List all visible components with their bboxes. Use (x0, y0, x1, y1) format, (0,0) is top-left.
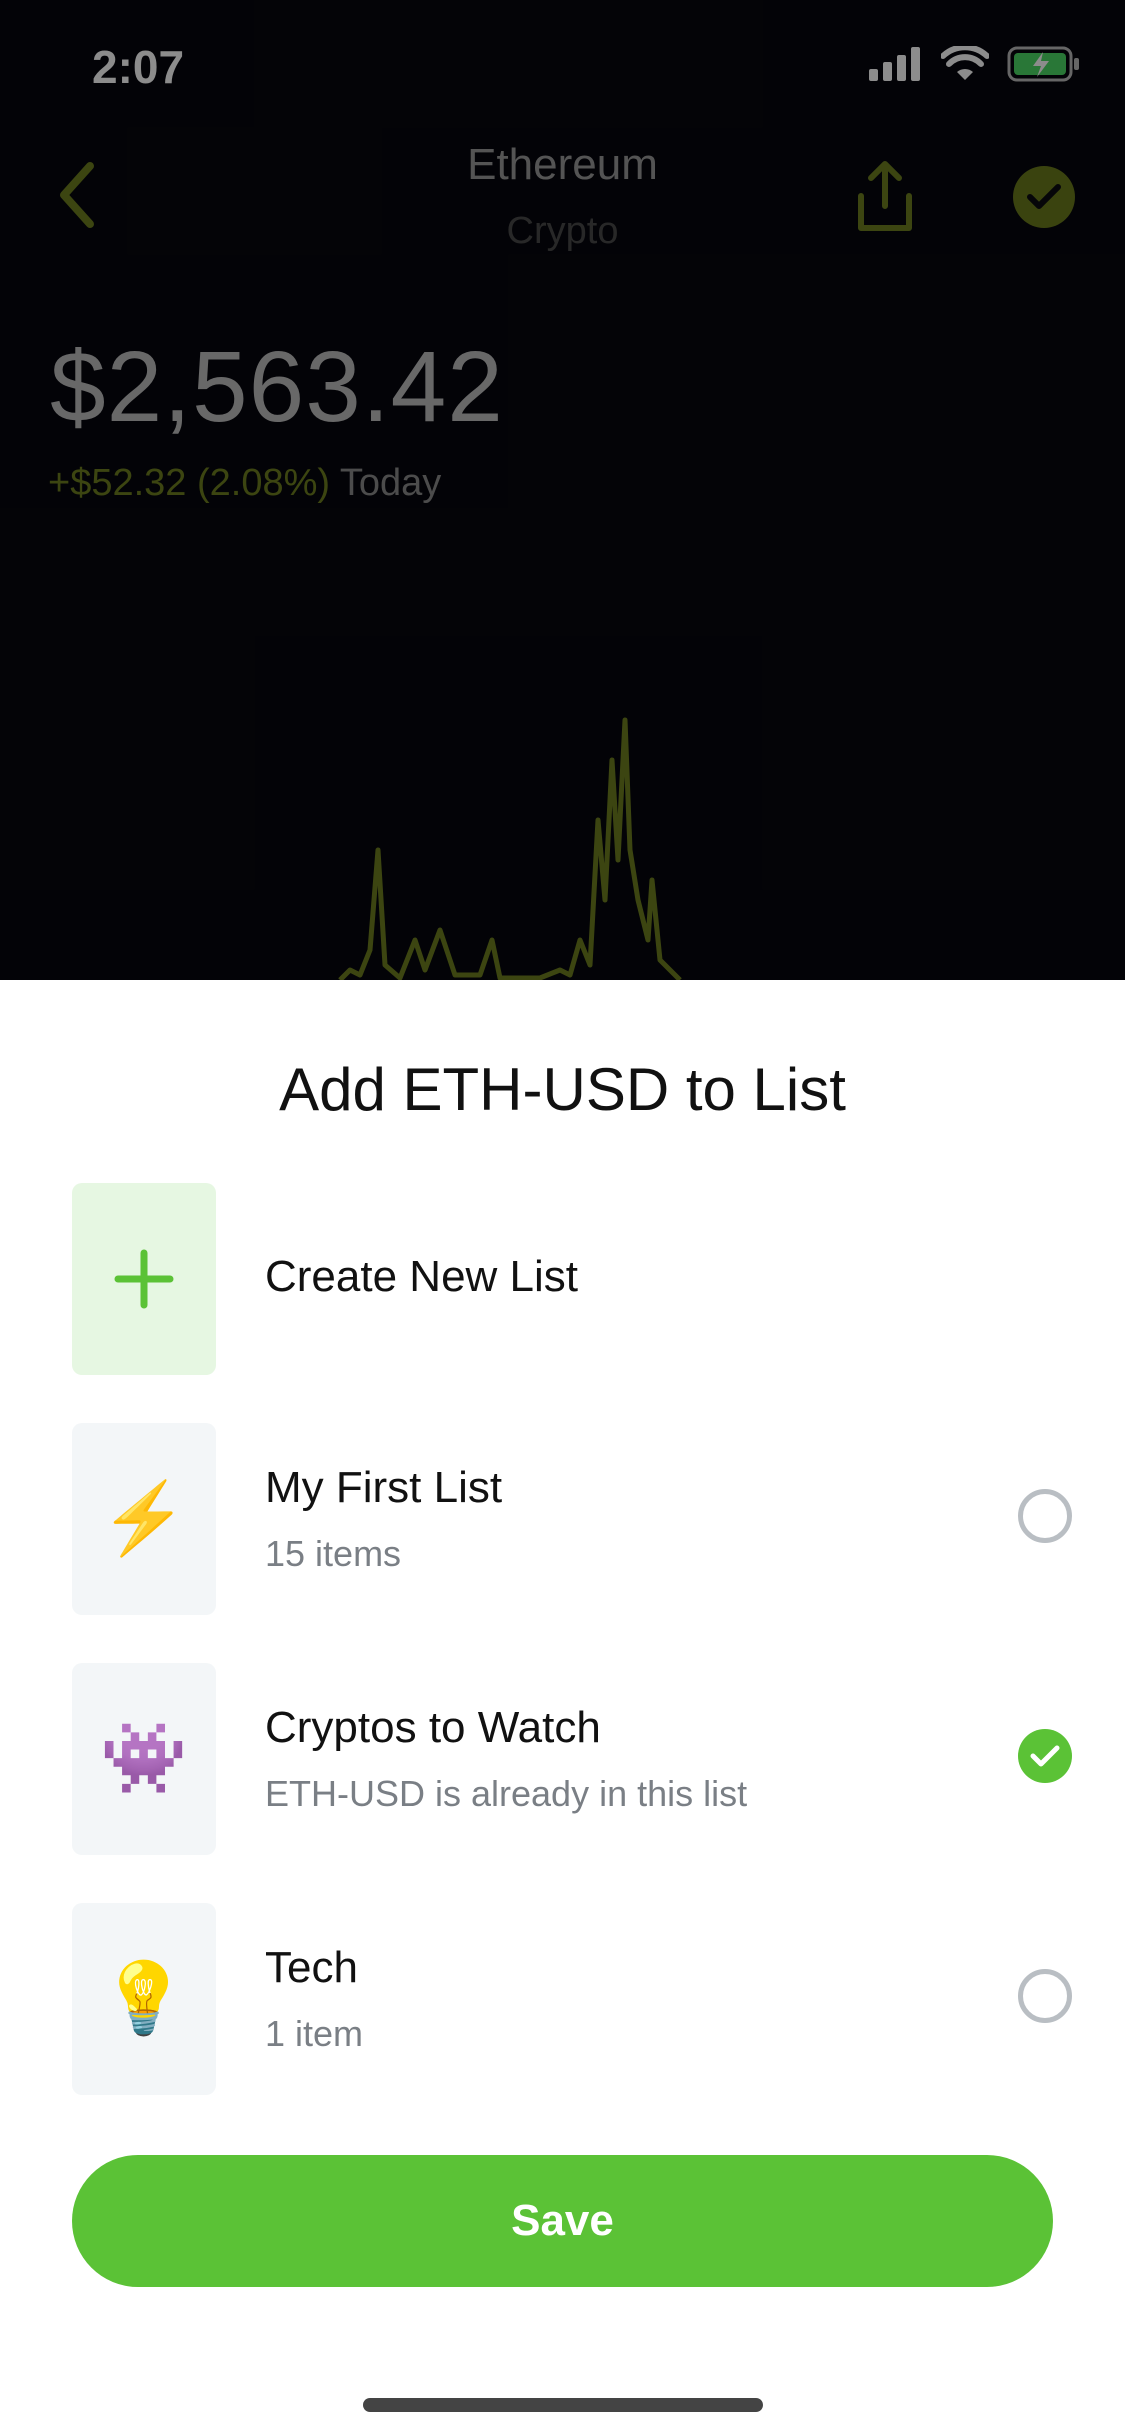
list-item-title: Tech (265, 1943, 358, 1992)
create-list-label: Create New List (265, 1252, 579, 1301)
lightbulb-icon: 💡 (72, 1903, 216, 2095)
add-to-list-sheet: Add ETH-USD to List Create New List ⚡ My… (0, 980, 1125, 2436)
background-stock-view: 2:07 Ethereum Crypto $2,563.42 +$52.32 (… (0, 0, 1125, 980)
list-item-subtitle: 15 items (265, 1533, 402, 1574)
plus-icon (114, 1249, 174, 1309)
lightning-icon: ⚡ (72, 1423, 216, 1615)
save-button[interactable]: Save (72, 2155, 1053, 2287)
list-item-subtitle: ETH-USD is already in this list (265, 1773, 748, 1814)
list-item-radio-checked[interactable] (1018, 1729, 1072, 1783)
space-invader-icon: 👾 (72, 1663, 216, 1855)
list-item[interactable]: 👾 Cryptos to Watch ETH-USD is already in… (72, 1663, 1072, 1855)
create-list-tile (72, 1183, 216, 1375)
modal-dim-overlay[interactable] (0, 0, 1125, 980)
check-icon (1030, 1745, 1060, 1767)
list-item-subtitle: 1 item (265, 2013, 364, 2054)
list-item[interactable]: 💡 Tech 1 item (72, 1903, 1072, 2095)
list-item-title: Cryptos to Watch (265, 1703, 601, 1752)
create-new-list-row[interactable]: Create New List (72, 1183, 1052, 1375)
sheet-title: Add ETH-USD to List (279, 1056, 846, 1123)
list-item-radio[interactable] (1018, 1489, 1072, 1543)
list-item[interactable]: ⚡ My First List 15 items (72, 1423, 1072, 1615)
home-indicator[interactable] (363, 2398, 763, 2412)
list-item-title: My First List (265, 1463, 503, 1512)
list-item-radio[interactable] (1018, 1969, 1072, 2023)
